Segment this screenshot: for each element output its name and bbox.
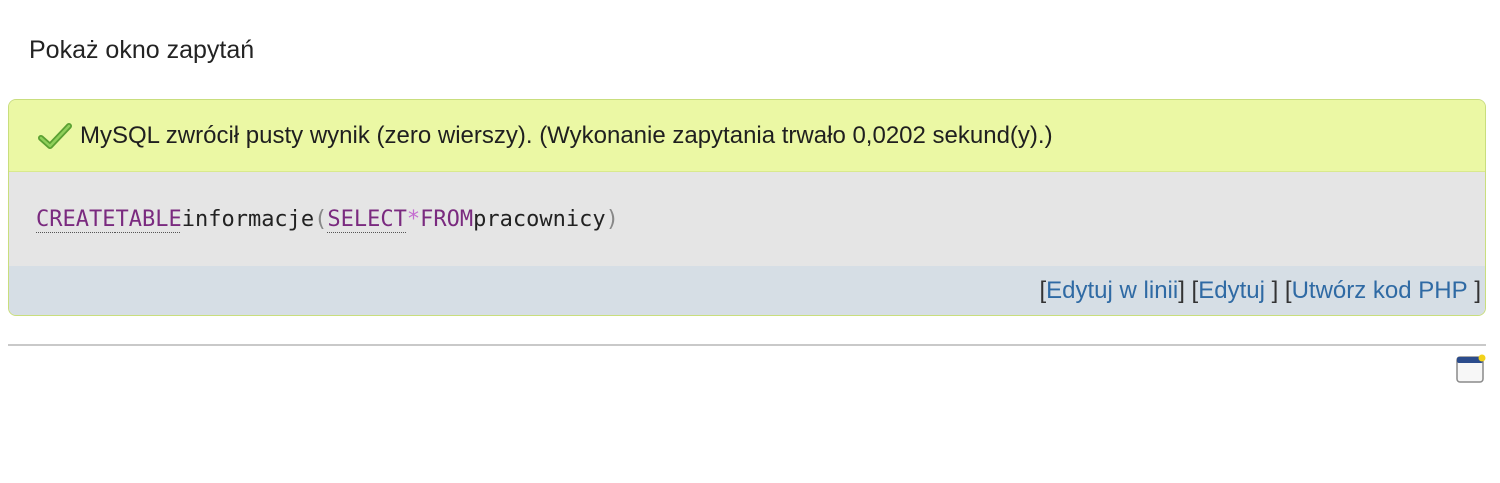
show-query-window-link[interactable]: Pokaż okno zapytań — [29, 36, 254, 65]
bracket-separator: ] [ — [1178, 276, 1199, 304]
edit-link[interactable]: Edytuj — [1198, 277, 1265, 305]
bracket-close: ] — [1467, 276, 1481, 304]
query-actions-bar: [Edytuj w linii] [ Edytuj ] [ Utwórz kod… — [9, 266, 1485, 315]
bracket-open: [ — [1039, 276, 1047, 304]
query-results-page: Pokaż okno zapytań MySQL zwrócił pusty w… — [0, 0, 1500, 483]
success-message-text: MySQL zwrócił pusty wynik (zero wierszy)… — [80, 121, 1053, 149]
bookmark-icon[interactable] — [1456, 354, 1486, 384]
sql-close-paren: ) — [605, 206, 619, 232]
sql-keyword-create[interactable]: CREATE — [36, 207, 115, 232]
sql-keyword-table[interactable]: TABLE — [115, 207, 181, 232]
sql-open-paren: ( — [314, 206, 328, 232]
divider — [8, 344, 1486, 346]
create-php-code-link[interactable]: Utwórz kod PHP — [1292, 277, 1468, 305]
sql-star: * — [406, 206, 421, 232]
sql-keyword-select[interactable]: SELECT — [327, 207, 406, 232]
sql-table-name: informacje — [181, 206, 315, 232]
bracket-separator: ] [ — [1264, 276, 1292, 304]
checkmark-icon — [38, 121, 72, 151]
sql-query-display: CREATE TABLE informacje (SELECT * FROM p… — [9, 172, 1485, 266]
success-message: MySQL zwrócił pusty wynik (zero wierszy)… — [9, 100, 1485, 172]
edit-inline-link[interactable]: Edytuj w linii — [1046, 277, 1178, 305]
sql-keyword-from: FROM — [420, 206, 474, 232]
sql-source-table: pracownicy — [473, 206, 606, 232]
query-result-box: MySQL zwrócił pusty wynik (zero wierszy)… — [8, 99, 1486, 316]
